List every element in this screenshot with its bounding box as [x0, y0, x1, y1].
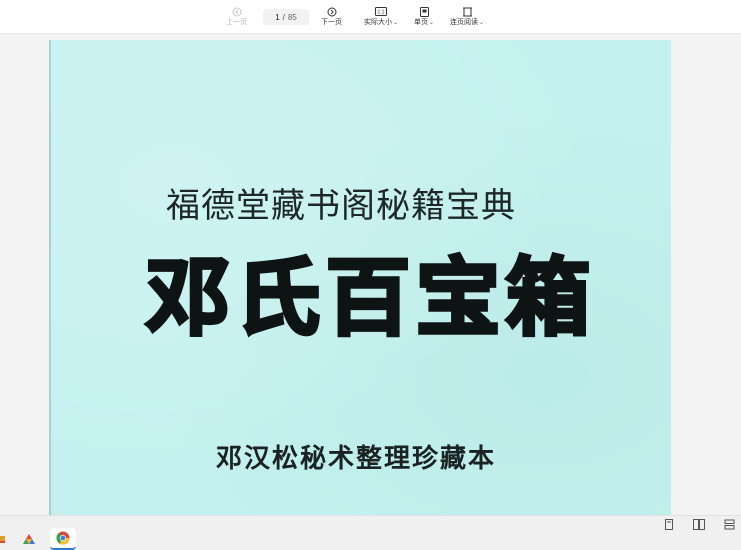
page-number-field[interactable]: 1 / 85	[263, 9, 309, 25]
book-subtitle: 福德堂藏书阁秘籍宝典	[166, 186, 516, 226]
actual-size-button[interactable]: 1:1 实际大小⌄	[364, 5, 398, 31]
browser-app-icon[interactable]	[50, 528, 76, 550]
book-footer-text: 邓汉松秘术整理珍藏本	[216, 444, 497, 474]
current-page: 1	[275, 12, 280, 22]
reader-toolbar: 上一页 1 / 85 下一页 1:1 实际大小⌄ 单页⌄ 连页阅读⌄	[0, 0, 741, 34]
next-page-icon	[327, 5, 337, 18]
prev-page-icon	[232, 5, 242, 18]
single-page-button[interactable]: 单页⌄	[414, 5, 434, 31]
bottom-bar	[0, 515, 741, 550]
photos-app-icon[interactable]	[18, 528, 40, 550]
total-pages: 85	[287, 12, 297, 22]
next-page-label: 下一页	[321, 19, 342, 26]
svg-text:1:1: 1:1	[378, 10, 385, 16]
app-icon[interactable]	[0, 528, 8, 550]
chevron-down-icon: ⌄	[479, 20, 485, 26]
continuous-reading-icon	[462, 5, 473, 18]
continuous-reading-label: 连页阅读	[450, 19, 478, 26]
document-page: 福德堂藏书阁秘籍宝典 邓氏百宝箱 邓汉松秘术整理珍藏本	[49, 40, 671, 515]
actual-size-label: 实际大小	[364, 19, 392, 26]
prev-page-button[interactable]: 上一页	[226, 5, 247, 31]
document-viewport[interactable]: 福德堂藏书阁秘籍宝典 邓氏百宝箱 邓汉松秘术整理珍藏本	[0, 35, 741, 515]
single-page-icon	[419, 5, 429, 18]
single-page-label-wrap: 单页⌄	[414, 18, 434, 28]
chevron-down-icon: ⌄	[429, 20, 435, 26]
view-mode-controls	[663, 518, 735, 530]
next-page-button[interactable]: 下一页	[321, 5, 342, 31]
page-separator: /	[282, 12, 285, 22]
actual-size-label-wrap: 实际大小⌄	[364, 18, 398, 28]
prev-page-label: 上一页	[226, 19, 247, 26]
single-page-label: 单页	[414, 19, 428, 26]
continuous-reading-label-wrap: 连页阅读⌄	[450, 18, 484, 28]
actual-size-icon: 1:1	[375, 5, 388, 18]
book-title: 邓氏百宝箱	[144, 247, 597, 349]
scroll-view-icon[interactable]	[723, 518, 735, 530]
continuous-reading-button[interactable]: 连页阅读⌄	[450, 5, 484, 31]
chevron-down-icon: ⌄	[393, 20, 399, 26]
single-view-icon[interactable]	[663, 518, 675, 530]
taskbar-apps	[0, 528, 76, 550]
double-view-icon[interactable]	[693, 518, 705, 530]
